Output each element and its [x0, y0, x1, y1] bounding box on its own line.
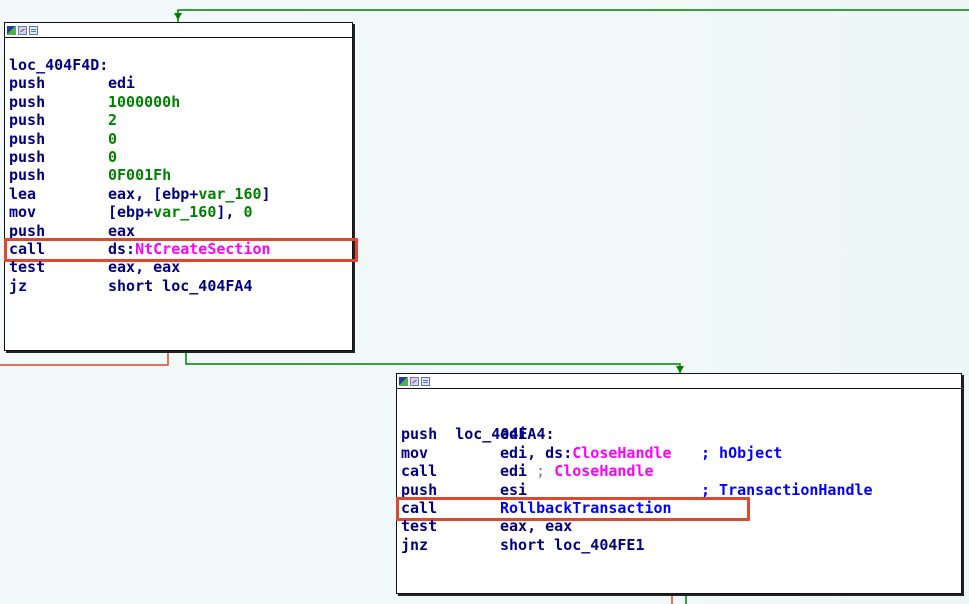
edge-node1-false: [0, 352, 169, 366]
operand-value: 0: [108, 147, 118, 166]
import-name[interactable]: NtCreateSection: [135, 240, 270, 258]
operand: ],: [216, 203, 244, 222]
mnemonic: call: [401, 498, 438, 517]
mnemonic: call: [9, 239, 46, 258]
instruction-line[interactable]: jnz short loc_404FE1: [401, 536, 957, 554]
instruction-line[interactable]: push 1000000h: [9, 93, 348, 111]
instruction-line[interactable]: push 0: [9, 130, 348, 148]
mnemonic: jz: [9, 276, 28, 295]
node-window-icon[interactable]: [421, 376, 430, 386]
operand-value: 0: [243, 203, 253, 222]
block-label[interactable]: loc_404F4D:: [9, 56, 348, 74]
mnemonic: mov: [9, 203, 37, 222]
instruction-line[interactable]: push esi ; TransactionHandle: [401, 481, 957, 499]
edge-into-node1: [177, 9, 969, 22]
instruction-line[interactable]: test eax, eax: [9, 258, 348, 276]
edge-node1-true: [185, 352, 681, 373]
mnemonic: jnz: [401, 535, 429, 554]
operand: edi: [500, 462, 537, 481]
mnemonic: push: [9, 92, 46, 111]
instruction-line[interactable]: mov edi, ds:CloseHandle: [401, 444, 957, 462]
instruction-line[interactable]: call edi ; CloseHandle: [401, 462, 957, 480]
node-window-icon[interactable]: [29, 25, 38, 35]
node-header[interactable]: [397, 374, 961, 389]
import-name[interactable]: CloseHandle: [554, 462, 653, 480]
operand: eax, eax: [108, 258, 181, 277]
line-comment: ; TransactionHandle: [701, 480, 873, 499]
instruction-line[interactable]: lea eax, [ebp+var_160]: [9, 185, 348, 203]
mnemonic: push: [9, 166, 46, 185]
instruction-line[interactable]: push 0: [9, 148, 348, 166]
operand: eax: [108, 221, 136, 240]
mnemonic: mov: [401, 443, 429, 462]
instruction-line[interactable]: mov [ebp+var_160], 0: [9, 203, 348, 221]
edit-node-icon[interactable]: [410, 376, 419, 386]
block-label-line: loc_404FA4: ; hObject: [401, 407, 957, 461]
operand: edi, ds:: [500, 443, 573, 462]
instruction-line[interactable]: push 0F001Fh: [9, 166, 348, 184]
operand: short loc_404FA4: [108, 276, 253, 295]
mnemonic: lea: [9, 184, 37, 203]
instruction-line[interactable]: call RollbackTransaction: [396, 496, 957, 521]
graph-overview-icon[interactable]: [399, 376, 408, 386]
edit-node-icon[interactable]: [18, 25, 27, 35]
mnemonic: push: [9, 147, 46, 166]
instruction-line[interactable]: call ds:NtCreateSection: [4, 237, 358, 262]
graph-overview-icon[interactable]: [7, 25, 16, 35]
operand-value: 0: [108, 129, 118, 148]
instruction-line[interactable]: jz short loc_404FA4: [9, 277, 348, 295]
operand: short loc_404FE1: [500, 535, 645, 554]
operand-value: 2: [108, 111, 118, 130]
operand: RollbackTransaction: [500, 498, 672, 517]
arrow-into-node2: [676, 366, 684, 373]
instruction-line[interactable]: push 2: [9, 111, 348, 129]
mnemonic: test: [401, 517, 438, 536]
code-block-loc-404fa4[interactable]: loc_404FA4: ; hObject push edi mov edi, ds:…: [396, 373, 962, 594]
operand: ds:: [108, 239, 136, 258]
operand: eax, eax: [500, 517, 573, 536]
mnemonic: push: [9, 111, 46, 130]
mnemonic: push: [401, 480, 438, 499]
mnemonic: call: [401, 462, 438, 481]
instruction-line[interactable]: push edi: [9, 74, 348, 92]
operand-value: 1000000h: [108, 92, 181, 111]
code-block-loc-404f4d[interactable]: loc_404F4D: push edi push 1000000h push 2 push…: [4, 22, 358, 351]
instruction-line[interactable]: push eax: [9, 222, 348, 240]
arrow-into-node1: [174, 13, 182, 20]
mnemonic: test: [9, 258, 46, 277]
mnemonic: push: [401, 425, 438, 444]
operand: esi: [500, 480, 528, 499]
import-name[interactable]: CloseHandle: [572, 444, 671, 462]
mnemonic: push: [9, 221, 46, 240]
mnemonic: push: [9, 74, 46, 93]
operand-value[interactable]: var_160: [198, 185, 261, 203]
instruction-line[interactable]: push edi: [401, 425, 957, 443]
instruction-line[interactable]: test eax, eax: [401, 517, 957, 535]
operand: edi: [500, 425, 528, 444]
operand: ]: [261, 184, 271, 203]
operand: eax, [ebp+: [108, 184, 199, 203]
operand-value[interactable]: var_160: [153, 203, 216, 221]
mnemonic: push: [9, 129, 46, 148]
node-header[interactable]: [5, 23, 352, 38]
operand: edi: [108, 74, 136, 93]
operand-value: 0F001Fh: [108, 166, 172, 185]
operand: ;: [536, 462, 555, 481]
operand: [ebp+: [108, 203, 154, 222]
